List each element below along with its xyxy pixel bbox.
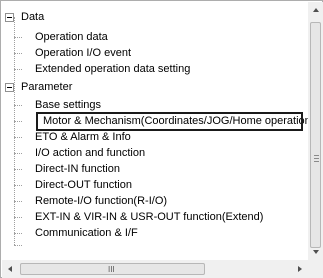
tree-connector xyxy=(14,17,15,87)
tree-connector xyxy=(14,153,22,154)
tree-panel: Data Operation data Operation I/O event … xyxy=(0,0,323,278)
tree-connector xyxy=(14,121,22,122)
tree-connector xyxy=(14,169,22,170)
tree-node-parameter[interactable]: Parameter xyxy=(21,79,72,95)
tree-item-remote-io-function[interactable]: Remote-I/O function(R-I/O) xyxy=(35,193,167,209)
selection-highlight-box xyxy=(36,112,303,131)
scroll-down-button[interactable] xyxy=(308,243,323,260)
tree-item-direct-in-function[interactable]: Direct-IN function xyxy=(35,161,120,177)
tree-node-data[interactable]: Data xyxy=(21,9,44,25)
tree-node-label: Parameter xyxy=(21,81,73,93)
tree-item-communication-if[interactable]: Communication & I/F xyxy=(35,225,138,241)
collapse-toggle-data[interactable] xyxy=(5,13,14,22)
tree-view: Data Operation data Operation I/O event … xyxy=(1,1,314,260)
tree-connector xyxy=(14,245,22,246)
tree-node-label: Data xyxy=(21,11,45,23)
tree-item-operation-data[interactable]: Operation data xyxy=(35,29,108,45)
tree-connector xyxy=(14,37,22,38)
horizontal-scrollbar[interactable]: III xyxy=(2,260,308,278)
arrow-left-icon xyxy=(8,266,12,272)
tree-connector xyxy=(14,233,22,234)
tree-connector xyxy=(14,137,22,138)
tree-connector xyxy=(14,105,22,106)
vertical-scrollbar[interactable] xyxy=(308,2,323,260)
arrow-right-icon xyxy=(298,266,302,272)
tree-connector xyxy=(14,69,22,70)
tree-item-extended-operation-data-setting[interactable]: Extended operation data setting xyxy=(35,61,190,77)
arrow-down-icon xyxy=(313,250,319,254)
tree-item-eto-alarm-info[interactable]: ETO & Alarm & Info xyxy=(35,129,131,145)
horizontal-scroll-thumb[interactable]: III xyxy=(20,263,205,275)
tree-connector xyxy=(14,217,22,218)
scroll-left-button[interactable] xyxy=(2,260,19,278)
tree-connector xyxy=(14,82,15,245)
tree-connector xyxy=(14,201,22,202)
tree-item-ext-in-vir-in-usr-out-function[interactable]: EXT-IN & VIR-IN & USR-OUT function(Exten… xyxy=(35,209,263,225)
tree-connector xyxy=(14,53,22,54)
scroll-right-button[interactable] xyxy=(291,260,308,278)
scrollbar-corner xyxy=(308,260,323,278)
tree-item-direct-out-function[interactable]: Direct-OUT function xyxy=(35,177,132,193)
collapse-toggle-parameter[interactable] xyxy=(5,83,14,92)
tree-item-operation-io-event[interactable]: Operation I/O event xyxy=(35,45,131,61)
grip-icon xyxy=(314,155,319,162)
arrow-up-icon xyxy=(313,8,319,12)
vertical-scroll-thumb[interactable] xyxy=(310,22,321,248)
tree-item-base-settings[interactable]: Base settings xyxy=(35,97,101,113)
grip-icon: III xyxy=(108,265,115,274)
tree-connector xyxy=(14,185,22,186)
tree-item-io-action-and-function[interactable]: I/O action and function xyxy=(35,145,145,161)
scroll-up-button[interactable] xyxy=(308,2,323,19)
